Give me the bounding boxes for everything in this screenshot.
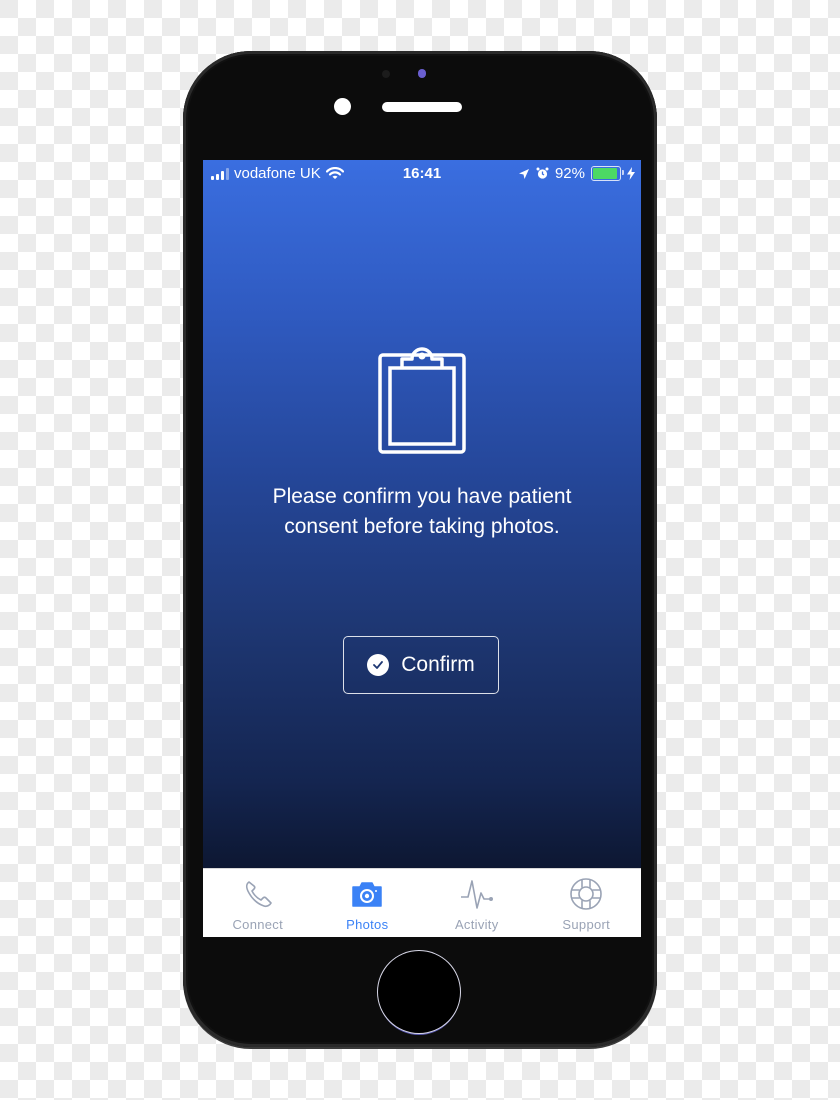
confirm-button-label: Confirm [401, 653, 475, 676]
battery-fill [593, 168, 617, 179]
alarm-icon [536, 167, 549, 179]
earpiece-speaker [382, 102, 462, 112]
phone-device: vodafone UK 16:41 92% Please confirm you… [183, 51, 657, 1047]
location-arrow-icon [518, 168, 529, 179]
status-right: 92% [518, 165, 635, 182]
sensor [418, 69, 426, 78]
charging-bolt-icon [627, 167, 635, 180]
status-bar: vodafone UK 16:41 92% [203, 160, 641, 188]
home-button[interactable] [378, 951, 460, 1033]
tab-bar: Connect Photos Activity Support [203, 868, 641, 937]
tab-photos[interactable]: Photos [313, 869, 423, 937]
phone-icon [245, 881, 272, 908]
tab-support-label: Support [562, 917, 611, 932]
consent-message: Please confirm you have patient consent … [272, 485, 572, 538]
clipboard-icon [378, 347, 466, 454]
battery-percent: 92% [554, 165, 585, 182]
tab-activity[interactable]: Activity [422, 869, 532, 937]
confirm-button[interactable]: Confirm [343, 636, 499, 694]
check-circle-icon [367, 654, 390, 676]
proximity-sensor [334, 98, 351, 115]
tab-support[interactable]: Support [532, 869, 642, 937]
battery-icon [591, 166, 624, 181]
camera-icon [352, 882, 382, 907]
battery-nub [622, 170, 624, 175]
pulse-icon [460, 880, 493, 909]
lifebuoy-icon [570, 878, 603, 910]
front-camera [382, 70, 390, 78]
tab-activity-label: Activity [454, 917, 499, 932]
app-screen: vodafone UK 16:41 92% Please confirm you… [203, 160, 641, 937]
tab-connect[interactable]: Connect [203, 869, 313, 937]
tab-connect-label: Connect [232, 917, 284, 932]
tab-photos-label: Photos [346, 917, 389, 932]
